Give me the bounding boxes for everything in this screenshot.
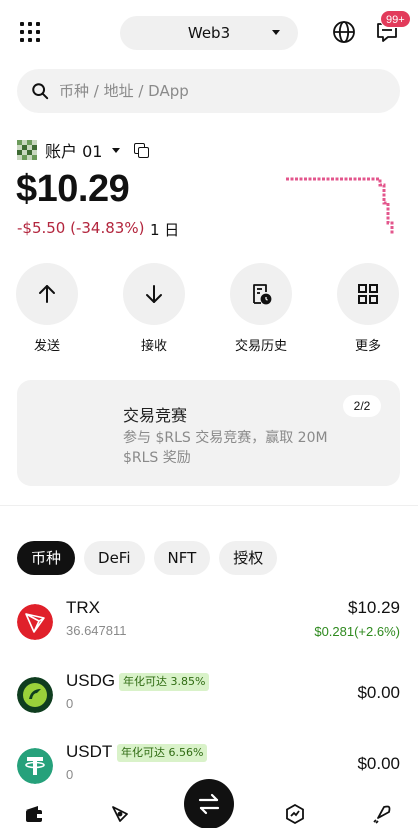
section-divider xyxy=(0,505,418,506)
tab-approvals[interactable]: 授权 xyxy=(219,541,278,575)
apy-badge: 年化可达 3.85% xyxy=(119,673,210,691)
total-balance: $10.29 xyxy=(16,168,130,210)
banner-title: 交易竞赛 xyxy=(123,406,188,425)
tab-defi[interactable]: DeFi xyxy=(84,541,145,575)
quick-actions: 发送 接收 交易历史 更多 xyxy=(0,263,418,358)
usdg-icon xyxy=(17,677,53,713)
history-icon xyxy=(253,284,272,305)
earn-icon[interactable] xyxy=(285,804,305,824)
trx-icon xyxy=(17,604,53,640)
token-value: $10.29 xyxy=(348,598,400,617)
rocket-icon[interactable] xyxy=(372,804,392,824)
chevron-down-icon xyxy=(272,30,280,35)
promo-banner[interactable]: 交易竞赛 参与 $RLS 交易竞赛，赢取 20M $RLS 奖励 2/2 xyxy=(17,380,400,486)
account-avatar xyxy=(17,140,37,160)
copy-icon[interactable] xyxy=(134,143,150,158)
token-value: $0.00 xyxy=(357,754,400,773)
more-button[interactable]: 更多 xyxy=(323,263,413,354)
token-amount: 36.647811 xyxy=(66,623,127,638)
search-icon xyxy=(32,83,49,100)
history-button[interactable]: 交易历史 xyxy=(216,263,306,354)
usdt-icon xyxy=(17,748,53,784)
token-amount: 0 xyxy=(66,696,74,711)
notification-badge: 99+ xyxy=(380,10,411,28)
balance-change: -$5.50 (-34.83%) xyxy=(17,219,145,237)
banner-pager: 2/2 xyxy=(343,395,381,417)
send-label: 发送 xyxy=(33,339,60,354)
account-name: 账户 01 xyxy=(45,142,103,161)
search-input[interactable] xyxy=(59,82,359,100)
network-label: Web3 xyxy=(187,24,231,42)
apy-badge: 年化可达 6.56% xyxy=(117,744,208,762)
swap-icon xyxy=(198,793,220,815)
wallet-icon[interactable] xyxy=(24,804,44,824)
arrow-down-icon xyxy=(146,285,162,303)
token-row-trx[interactable]: TRX 36.647811 $10.29 $0.281(+2.6%) xyxy=(0,598,418,654)
token-symbol: USDG xyxy=(66,671,116,690)
asset-tabs: 币种 DeFi NFT 授权 xyxy=(17,541,286,575)
tab-tokens[interactable]: 币种 xyxy=(17,541,76,575)
account-selector[interactable]: 账户 01 xyxy=(17,139,150,161)
balance-sparkline xyxy=(286,177,394,235)
banner-description: 参与 $RLS 交易竞赛，赢取 20M $RLS 奖励 xyxy=(123,430,328,466)
search-bar[interactable] xyxy=(17,69,400,113)
token-symbol: USDT xyxy=(66,742,113,761)
token-symbol: TRX xyxy=(66,598,100,617)
token-value: $0.00 xyxy=(357,683,400,702)
globe-icon[interactable] xyxy=(332,20,356,44)
token-amount: 0 xyxy=(66,767,74,782)
chevron-down-icon xyxy=(112,147,121,153)
top-bar: Web3 99+ xyxy=(0,0,418,64)
apps-grid-icon[interactable] xyxy=(20,22,40,42)
network-selector[interactable]: Web3 xyxy=(120,16,298,50)
swap-button[interactable] xyxy=(184,779,234,828)
token-row-usdg[interactable]: USDG 年化可达 3.85% 0 $0.00 xyxy=(0,671,418,727)
receive-button[interactable]: 接收 xyxy=(109,263,199,354)
more-label: 更多 xyxy=(354,339,381,354)
discover-icon[interactable] xyxy=(110,804,130,824)
grid-icon xyxy=(358,284,378,304)
change-period[interactable]: 1 日 xyxy=(150,219,179,240)
arrow-up-icon xyxy=(39,285,55,303)
send-button[interactable]: 发送 xyxy=(2,263,92,354)
history-label: 交易历史 xyxy=(234,339,287,354)
token-change: $0.281(+2.6%) xyxy=(314,624,400,639)
tab-nft[interactable]: NFT xyxy=(153,541,211,575)
receive-label: 接收 xyxy=(140,339,167,354)
